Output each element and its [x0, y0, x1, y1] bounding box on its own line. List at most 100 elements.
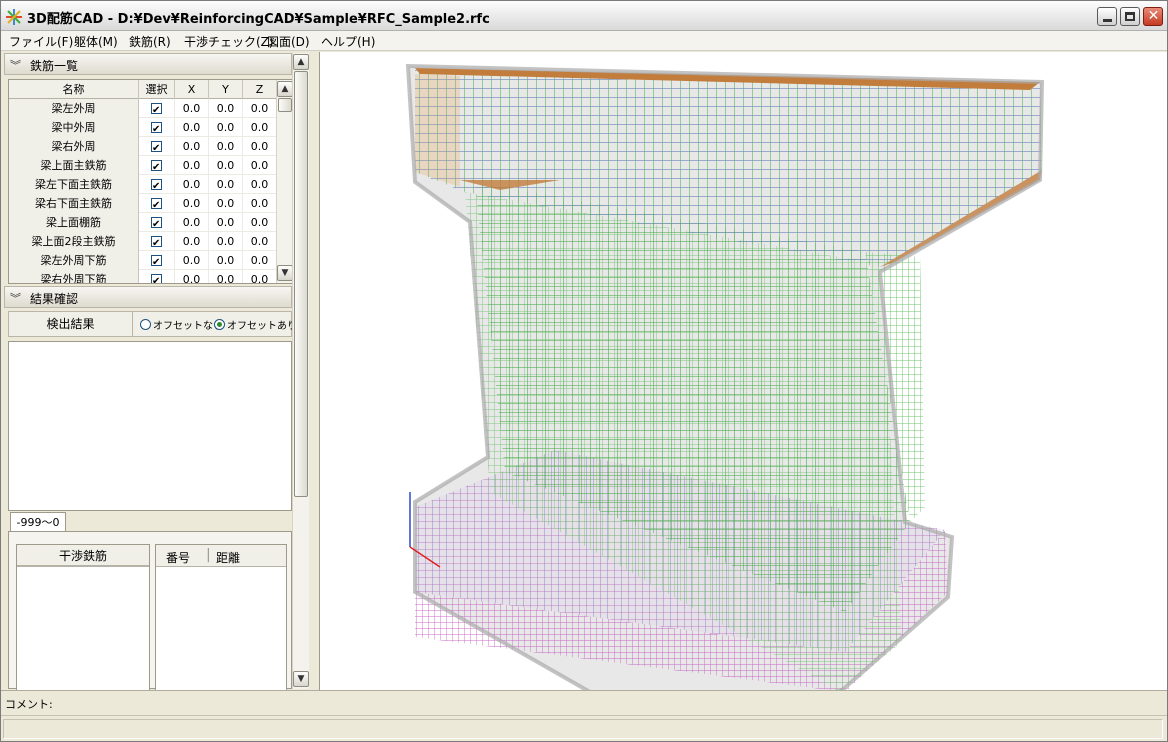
row-z[interactable]: 0.0 — [243, 251, 277, 270]
row-z[interactable]: 0.0 — [243, 137, 277, 156]
col-x[interactable]: X — [175, 80, 209, 99]
table-row[interactable]: 梁右下面主鉄筋 0.0 0.0 0.0 — [9, 194, 277, 213]
grid-header: 名称 選択 X Y Z — [9, 80, 277, 99]
interference-rebar-header[interactable]: 干渉鉄筋 — [17, 545, 149, 567]
select-checkbox[interactable] — [151, 101, 162, 118]
select-checkbox[interactable] — [151, 253, 162, 270]
tab-range[interactable]: -999〜0 — [10, 512, 66, 532]
col-y[interactable]: Y — [209, 80, 243, 99]
row-z[interactable]: 0.0 — [243, 99, 277, 118]
rebar-list-header[interactable]: ︾ 鉄筋一覧 — [4, 53, 292, 75]
rebar-list-title: 鉄筋一覧 — [30, 59, 79, 73]
row-z[interactable]: 0.0 — [243, 194, 277, 213]
scroll-up-icon[interactable]: ▲ — [293, 54, 309, 70]
row-x[interactable]: 0.0 — [175, 99, 209, 118]
table-row[interactable]: 梁左下面主鉄筋 0.0 0.0 0.0 — [9, 175, 277, 194]
close-button[interactable]: ✕ — [1143, 7, 1163, 26]
row-y[interactable]: 0.0 — [209, 175, 243, 194]
col-distance[interactable]: 距離 — [216, 549, 240, 566]
select-checkbox[interactable] — [151, 234, 162, 251]
menu-structure[interactable]: 躯体(M) — [74, 33, 118, 50]
grid-scrollbar[interactable]: ▲ ▼ — [276, 80, 292, 283]
rebar-3d-model[interactable] — [320, 52, 1167, 690]
table-row[interactable]: 梁右外周 0.0 0.0 0.0 — [9, 137, 277, 156]
select-checkbox[interactable] — [151, 177, 162, 194]
left-panel: ︾ 鉄筋一覧 名称 選択 X Y Z 梁左外周 0.0 0.0 0.0 梁中外周 — [4, 53, 312, 692]
select-checkbox[interactable] — [151, 158, 162, 175]
row-x[interactable]: 0.0 — [175, 137, 209, 156]
row-x[interactable]: 0.0 — [175, 270, 209, 283]
comment-label: コメント: — [5, 698, 53, 711]
row-x[interactable]: 0.0 — [175, 194, 209, 213]
table-row[interactable]: 梁左外周 0.0 0.0 0.0 — [9, 99, 277, 118]
menu-help[interactable]: ヘルプ(H) — [321, 33, 375, 50]
result-list[interactable] — [8, 341, 292, 511]
row-x[interactable]: 0.0 — [175, 156, 209, 175]
table-row[interactable]: 梁上面主鉄筋 0.0 0.0 0.0 — [9, 156, 277, 175]
select-checkbox[interactable] — [151, 196, 162, 213]
table-row[interactable]: 梁左外周下筋 0.0 0.0 0.0 — [9, 251, 277, 270]
minimize-button[interactable] — [1097, 7, 1117, 26]
row-z[interactable]: 0.0 — [243, 175, 277, 194]
row-y[interactable]: 0.0 — [209, 251, 243, 270]
table-row[interactable]: 梁中外周 0.0 0.0 0.0 — [9, 118, 277, 137]
left-panel-scrollbar[interactable]: ▲ ▼ — [292, 53, 309, 689]
detail-header: 番号 | 距離 — [156, 545, 286, 567]
menu-drawing[interactable]: 図面(D) — [267, 33, 310, 50]
maximize-button[interactable] — [1120, 7, 1140, 26]
row-z[interactable]: 0.0 — [243, 232, 277, 251]
offset-on-radio[interactable] — [214, 319, 225, 330]
row-y[interactable]: 0.0 — [209, 118, 243, 137]
row-x[interactable]: 0.0 — [175, 232, 209, 251]
menu-file[interactable]: ファイル(F) — [9, 33, 73, 50]
offset-on-label[interactable]: オフセットあり — [227, 317, 297, 332]
row-x[interactable]: 0.0 — [175, 213, 209, 232]
table-row[interactable]: 梁右外周下筋 0.0 0.0 0.0 — [9, 270, 277, 283]
row-x[interactable]: 0.0 — [175, 175, 209, 194]
row-y[interactable]: 0.0 — [209, 156, 243, 175]
row-z[interactable]: 0.0 — [243, 118, 277, 137]
row-y[interactable]: 0.0 — [209, 213, 243, 232]
scroll-down-icon[interactable]: ▼ — [277, 265, 292, 281]
row-z[interactable]: 0.0 — [243, 156, 277, 175]
table-row[interactable]: 梁上面2段主鉄筋 0.0 0.0 0.0 — [9, 232, 277, 251]
row-y[interactable]: 0.0 — [209, 137, 243, 156]
col-z[interactable]: Z — [243, 80, 277, 99]
row-name: 梁右下面主鉄筋 — [9, 194, 139, 213]
row-y[interactable]: 0.0 — [209, 194, 243, 213]
select-checkbox[interactable] — [151, 272, 162, 283]
interference-detail-list[interactable]: 番号 | 距離 — [155, 544, 287, 692]
row-z[interactable]: 0.0 — [243, 213, 277, 232]
row-name: 梁左外周 — [9, 99, 139, 118]
grid-scroll-thumb[interactable] — [278, 98, 292, 112]
status-panel — [3, 719, 1163, 739]
row-x[interactable]: 0.0 — [175, 118, 209, 137]
menu-interference-check[interactable]: 干渉チェック(Z) — [184, 33, 274, 50]
select-checkbox[interactable] — [151, 120, 162, 137]
menu-rebar[interactable]: 鉄筋(R) — [129, 33, 171, 50]
title-bar[interactable]: 3D配筋CAD - D:¥Dev¥ReinforcingCAD¥Sample¥R… — [1, 1, 1167, 31]
row-name: 梁上面棚筋 — [9, 213, 139, 232]
offset-none-label[interactable]: オフセットなし — [153, 317, 223, 332]
table-row[interactable]: 梁上面棚筋 0.0 0.0 0.0 — [9, 213, 277, 232]
scroll-up-icon[interactable]: ▲ — [277, 81, 292, 97]
interference-rebar-list[interactable]: 干渉鉄筋 — [16, 544, 150, 692]
row-name: 梁左外周下筋 — [9, 251, 139, 270]
row-y[interactable]: 0.0 — [209, 270, 243, 283]
scroll-down-icon[interactable]: ▼ — [293, 671, 309, 687]
3d-viewport[interactable] — [319, 52, 1167, 690]
left-scroll-thumb[interactable] — [294, 71, 308, 497]
col-select[interactable]: 選択 — [139, 80, 175, 99]
col-name[interactable]: 名称 — [9, 80, 139, 99]
row-x[interactable]: 0.0 — [175, 251, 209, 270]
select-checkbox[interactable] — [151, 139, 162, 156]
window-title: 3D配筋CAD - D:¥Dev¥ReinforcingCAD¥Sample¥R… — [27, 12, 490, 27]
row-y[interactable]: 0.0 — [209, 99, 243, 118]
select-checkbox[interactable] — [151, 215, 162, 232]
row-y[interactable]: 0.0 — [209, 232, 243, 251]
result-header[interactable]: ︾ 結果確認 — [4, 286, 292, 308]
tab-panel: 干渉鉄筋 番号 | 距離 — [8, 531, 292, 692]
row-z[interactable]: 0.0 — [243, 270, 277, 283]
col-number[interactable]: 番号 — [166, 549, 190, 566]
offset-none-radio[interactable] — [140, 319, 151, 330]
